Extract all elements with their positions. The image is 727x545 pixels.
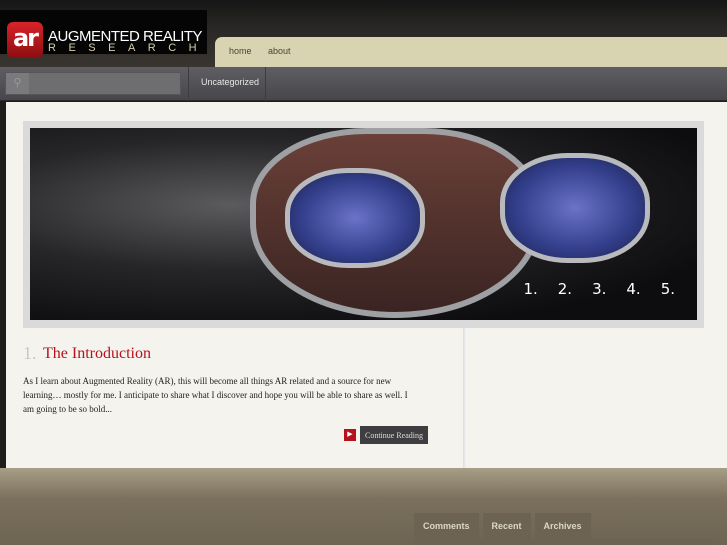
tab-recent[interactable]: Recent: [482, 513, 531, 539]
left-eye: [285, 168, 425, 268]
widget-panel: [414, 539, 713, 545]
slide-3[interactable]: 3.: [592, 280, 606, 298]
category-uncategorized[interactable]: Uncategorized: [201, 77, 259, 87]
logo-mark: ar: [7, 22, 43, 58]
continue-reading-button[interactable]: ▶ Continue Reading: [344, 426, 428, 444]
post-excerpt: As I learn about Augmented Reality (AR),…: [23, 376, 408, 414]
column-divider: [463, 328, 467, 468]
post-number: 1.: [23, 343, 37, 363]
featured-slider: 1. 2. 3. 4. 5.: [23, 121, 704, 328]
footer-background: [0, 468, 727, 545]
continue-reading-label[interactable]: Continue Reading: [360, 426, 428, 444]
divider: [265, 67, 266, 101]
slide-5[interactable]: 5.: [661, 280, 675, 298]
search-input[interactable]: ⚲: [5, 72, 181, 95]
arrow-right-icon: ▶: [344, 429, 356, 441]
slide-4[interactable]: 4.: [626, 280, 640, 298]
slider-pager: 1. 2. 3. 4. 5.: [523, 280, 675, 298]
slide-1[interactable]: 1.: [523, 280, 537, 298]
tab-comments[interactable]: Comments: [414, 513, 479, 539]
slide-image[interactable]: 1. 2. 3. 4. 5.: [30, 128, 697, 320]
divider: [188, 67, 189, 101]
logo-line2: RESEARCH: [48, 42, 210, 54]
post-title[interactable]: The Introduction: [43, 345, 151, 363]
site-logo[interactable]: ar AUGMENTED REALITY RESEARCH: [0, 10, 210, 58]
nav-home[interactable]: home: [229, 46, 252, 56]
nav-about[interactable]: about: [268, 46, 291, 56]
search-icon[interactable]: ⚲: [6, 73, 29, 94]
main-nav: home about: [215, 37, 727, 68]
widget-tabs: Comments Recent Archives: [414, 513, 591, 539]
tab-archives[interactable]: Archives: [534, 513, 591, 539]
right-eye: [500, 153, 650, 263]
category-bar: ⚲ Uncategorized: [0, 67, 727, 101]
slide-2[interactable]: 2.: [558, 280, 572, 298]
